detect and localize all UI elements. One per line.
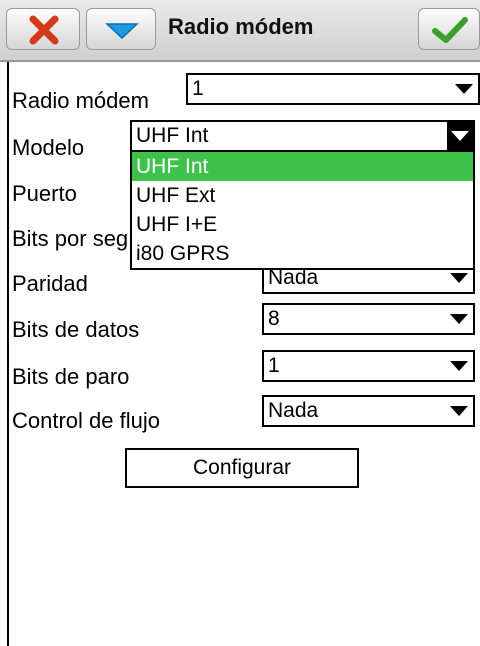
label-paridad: Paridad: [12, 271, 88, 296]
select-value: 1: [192, 77, 204, 100]
label-bits-por-seg: Bits por seg: [12, 226, 129, 251]
chevron-down-icon: [455, 84, 473, 94]
frame-border: [7, 62, 9, 646]
chevron-down-icon: [450, 361, 468, 371]
label-control-de-flujo: Control de flujo: [12, 408, 160, 433]
label-radio-modem: Radio módem: [12, 88, 149, 113]
checkmark-icon: [432, 17, 468, 43]
menu-dropdown-button[interactable]: [86, 8, 156, 50]
select-value: 8: [268, 307, 280, 330]
close-icon: [29, 15, 59, 45]
radio-modem-select[interactable]: 1: [186, 73, 480, 105]
triangle-down-icon: [105, 23, 139, 40]
select-value: UHF Int: [136, 124, 209, 147]
chevron-down-icon: [450, 273, 468, 283]
label-modelo: Modelo: [12, 135, 85, 160]
modelo-select[interactable]: UHF Int: [130, 120, 475, 152]
dropdown-option[interactable]: i80 GPRS: [132, 239, 473, 268]
dropdown-option[interactable]: UHF Ext: [132, 181, 473, 210]
chevron-down-icon: [451, 131, 469, 141]
chevron-down-icon: [450, 314, 468, 324]
window-title: Radio módem: [168, 14, 314, 39]
modelo-dropdown-list: UHF Int UHF Ext UHF I+E i80 GPRS: [130, 150, 475, 270]
title-bar: Radio módem: [0, 0, 480, 62]
label-bits-de-datos: Bits de datos: [12, 317, 140, 342]
select-value: 1: [268, 354, 280, 377]
bits-de-paro-select[interactable]: 1: [262, 350, 475, 382]
bits-de-datos-select[interactable]: 8: [262, 303, 475, 335]
chevron-down-icon: [450, 406, 468, 416]
control-de-flujo-select[interactable]: Nada: [262, 395, 475, 427]
label-puerto: Puerto: [12, 181, 77, 206]
ok-button[interactable]: [418, 8, 480, 50]
dropdown-option[interactable]: UHF I+E: [132, 210, 473, 239]
dropdown-option[interactable]: UHF Int: [132, 152, 473, 181]
close-button[interactable]: [6, 8, 80, 50]
label-bits-de-paro: Bits de paro: [12, 364, 130, 389]
configurar-button[interactable]: Configurar: [125, 448, 359, 488]
select-value: Nada: [268, 399, 319, 422]
